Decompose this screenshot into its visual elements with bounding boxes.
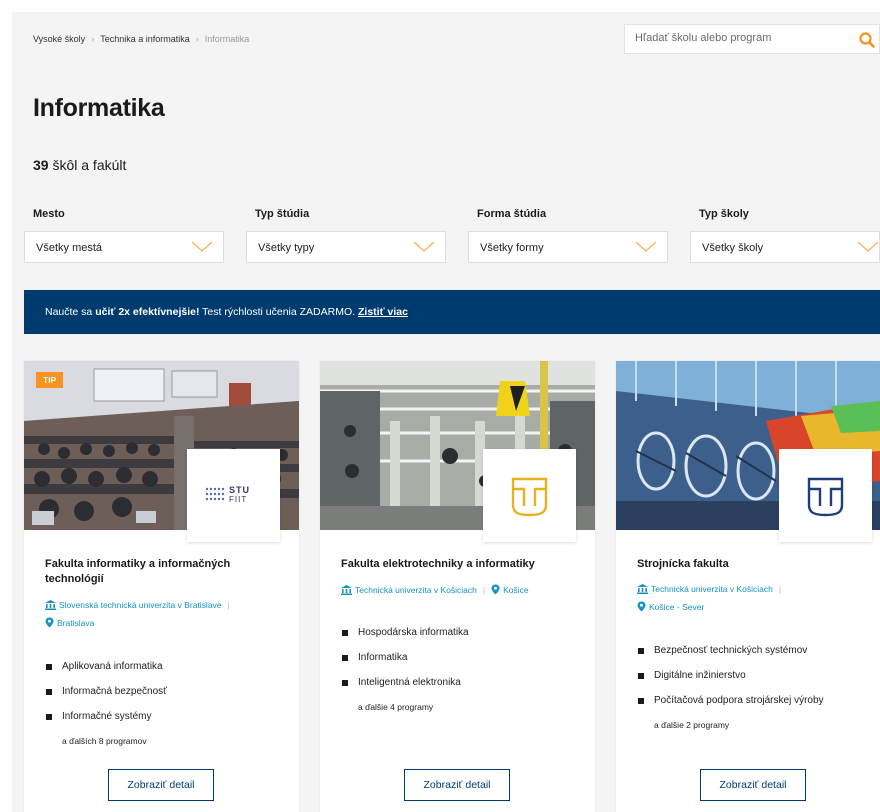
school-card-sjf[interactable]: Strojnícka fakulta Technická univerzita …	[616, 361, 880, 812]
filter-value: Všetky typy	[258, 242, 315, 254]
list-item[interactable]: Inteligentná elektronika	[341, 677, 469, 702]
filter-select-forma-studia[interactable]: Všetky formy	[468, 231, 668, 263]
filter-select-mesto[interactable]: Všetky mestá	[24, 231, 224, 263]
result-count: 39 škôl a fakúlt	[33, 157, 126, 173]
separator: |	[482, 585, 486, 595]
filter-value: Všetky formy	[480, 242, 544, 254]
filter-label-typ-skoly: Typ školy	[699, 208, 749, 220]
card-university[interactable]: Slovenská technická univerzita v Bratisl…	[45, 600, 236, 610]
location-pin-icon	[491, 584, 500, 595]
location-pin-icon	[637, 601, 646, 612]
card-university[interactable]: Technická univerzita v Košiciach | Košice	[341, 584, 529, 595]
breadcrumb-separator-icon: ›	[91, 34, 95, 44]
card-title[interactable]: Fakulta elektrotechniky a informatiky	[341, 557, 576, 572]
filter-select-typ-skoly[interactable]: Všetky školy	[690, 231, 880, 263]
banner-text: Naučte sa	[45, 306, 96, 318]
search-input[interactable]	[635, 32, 835, 44]
location-pin-icon	[45, 617, 54, 628]
detail-button[interactable]: Zobraziť detail	[404, 769, 510, 801]
card-university[interactable]: Technická univerzita v Košiciach |	[637, 584, 787, 594]
program-list: Bezpečnosť technických systémov Digitáln…	[637, 645, 824, 720]
card-city[interactable]: Košice - Sever	[637, 601, 704, 612]
more-programs: a ďalších 8 programov	[62, 736, 147, 746]
more-programs: a ďalšie 4 programy	[358, 702, 434, 712]
fiit-logo: STU FIIT	[187, 449, 280, 542]
card-title[interactable]: Strojnícka fakulta	[637, 557, 872, 572]
university-name: Slovenská technická univerzita v Bratisl…	[59, 600, 222, 610]
city-name: Košice	[503, 585, 529, 595]
separator: |	[778, 584, 782, 594]
filter-select-typ-studia[interactable]: Všetky typy	[246, 231, 446, 263]
university-name: Technická univerzita v Košiciach	[651, 584, 773, 594]
program-list: Hospodárska informatika Informatika Inte…	[341, 627, 469, 702]
filter-value: Všetky školy	[702, 242, 764, 254]
result-count-label: škôl a fakúlt	[48, 157, 127, 173]
filter-value: Všetky mestá	[36, 242, 103, 254]
fiit-logo-text-stu: STU	[229, 485, 250, 495]
chevron-down-icon	[635, 241, 657, 252]
search-box	[624, 24, 880, 54]
school-card-fiit[interactable]: TIP STU FIIT Fakulta informatiky a infor…	[24, 361, 299, 812]
result-count-number: 39	[33, 157, 49, 173]
list-item[interactable]: Informačné systémy	[45, 711, 167, 736]
banner-link[interactable]: Zistiť viac	[358, 306, 408, 318]
page-title: Informatika	[33, 94, 165, 122]
promo-banner: Naučte sa učiť 2x efektívnejšie! Test rý…	[24, 290, 880, 334]
university-icon	[637, 584, 648, 594]
chevron-down-icon	[413, 241, 435, 252]
separator: |	[227, 600, 230, 610]
chevron-down-icon	[857, 241, 879, 252]
city-name: Košice - Sever	[649, 602, 705, 612]
list-item[interactable]: Hospodárska informatika	[341, 627, 469, 652]
list-item[interactable]: Informačná bezpečnosť	[45, 686, 167, 711]
search-icon[interactable]	[858, 31, 876, 49]
tuke-logo	[779, 449, 872, 542]
chevron-down-icon	[191, 241, 213, 252]
tip-badge: TIP	[36, 372, 64, 388]
breadcrumb-link-technika[interactable]: Technika a informatika	[100, 34, 190, 44]
breadcrumb-separator-icon: ›	[195, 34, 199, 44]
banner-highlight: učiť 2x efektívnejšie!	[95, 306, 200, 318]
more-programs: a ďalšie 2 programy	[654, 720, 730, 730]
detail-button[interactable]: Zobraziť detail	[700, 769, 806, 801]
list-item[interactable]: Digitálne inžinierstvo	[637, 670, 824, 695]
list-item[interactable]: Aplikovaná informatika	[45, 661, 167, 686]
tuke-logo	[483, 449, 576, 542]
breadcrumb-link-vysoke-skoly[interactable]: Vysoké školy	[33, 34, 85, 44]
university-icon	[45, 600, 56, 610]
banner-text: Test rýchlosti učenia ZADARMO.	[199, 306, 358, 318]
school-card-fei[interactable]: Fakulta elektrotechniky a informatiky Te…	[320, 361, 595, 812]
breadcrumb-current: Informatika	[204, 34, 250, 44]
detail-button[interactable]: Zobraziť detail	[108, 769, 214, 801]
university-icon	[341, 585, 352, 595]
breadcrumb: Vysoké školy › Technika a informatika › Info…	[33, 34, 249, 44]
university-name: Technická univerzita v Košiciach	[355, 585, 477, 595]
city-name: Bratislava	[57, 618, 95, 628]
card-city[interactable]: Bratislava	[45, 617, 94, 628]
card-title[interactable]: Fakulta informatiky a informačných techn…	[45, 557, 280, 587]
list-item[interactable]: Počítačová podpora strojárskej výroby	[637, 695, 824, 720]
filter-label-typ-studia: Typ štúdia	[255, 208, 310, 220]
list-item[interactable]: Bezpečnosť technických systémov	[637, 645, 824, 670]
list-item[interactable]: Informatika	[341, 652, 469, 677]
filter-label-forma-studia: Forma štúdia	[477, 208, 547, 220]
program-list: Aplikovaná informatika Informačná bezpeč…	[45, 661, 167, 736]
filter-label-mesto: Mesto	[33, 208, 65, 220]
fiit-logo-text-fiit: FIIT	[229, 495, 247, 504]
